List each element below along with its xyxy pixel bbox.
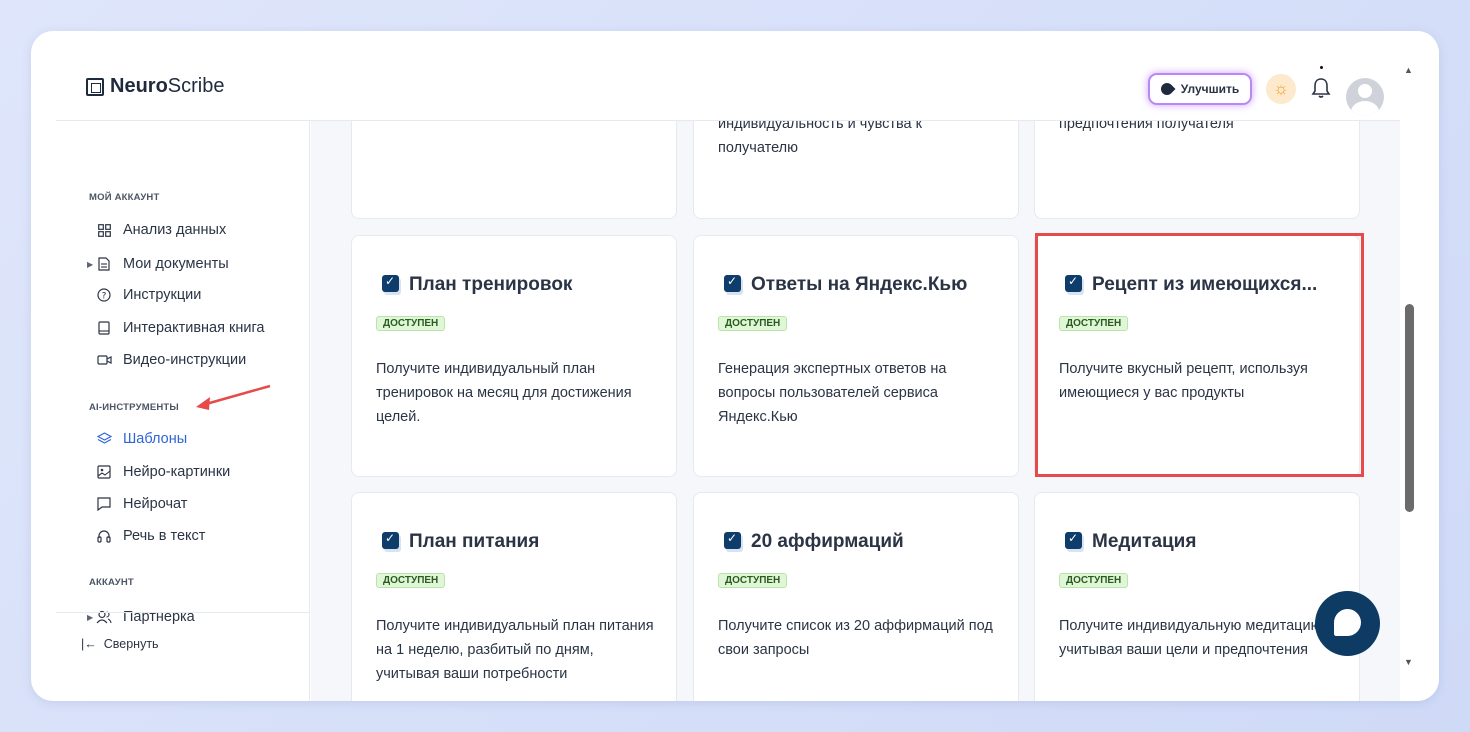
checkbox-icon: [724, 531, 743, 553]
section-label-ai-tools: AI-ИНСТРУМЕНТЫ: [89, 402, 179, 413]
section-label-account: АККАУНТ: [89, 577, 134, 588]
card-description: Генерация экспертных ответов на вопросы …: [718, 361, 947, 425]
app-window: Neuro Scribe Улучшить ☼ МОЙ АККАУНТ Анали…: [31, 31, 1439, 701]
expand-caret-icon[interactable]: ▶: [87, 260, 93, 269]
template-card-meditation[interactable]: Медитация ДОСТУПЕН Получите индивидуальн…: [1034, 492, 1360, 701]
template-card[interactable]: предпочтения получателя: [1034, 121, 1360, 219]
collapse-label: Свернуть: [103, 637, 159, 651]
template-card-yandex-q[interactable]: Ответы на Яндекс.Кью ДОСТУПЕН Генерация …: [693, 235, 1019, 477]
scroll-down-arrow-icon[interactable]: ▼: [1404, 657, 1413, 667]
checkbox-icon: [382, 274, 401, 296]
notification-dot: [1320, 66, 1323, 69]
card-description: Получите вкусный рецепт, используя имеющ…: [1059, 361, 1308, 401]
logo-icon: [86, 77, 104, 96]
upgrade-label: Улучшить: [1180, 82, 1240, 96]
template-card-workout-plan[interactable]: План тренировок ДОСТУПЕН Получите индиви…: [351, 235, 677, 477]
svg-text:?: ?: [102, 292, 107, 302]
checkbox-icon: [724, 274, 743, 296]
card-description: Получите список из 20 аффирмаций под сво…: [718, 618, 993, 658]
collapse-left-icon: |←: [81, 637, 97, 651]
sidebar-item-label: Анализ данных: [123, 222, 227, 238]
chat-icon: [96, 496, 112, 512]
checkbox-icon: [382, 531, 401, 553]
template-card[interactable]: [351, 121, 677, 219]
headphones-icon: [96, 528, 112, 544]
card-title-text: План тренировок: [409, 274, 573, 295]
theme-toggle-sun-icon[interactable]: ☼: [1266, 74, 1296, 104]
card-description: Получите индивидуальный план питания на …: [376, 618, 654, 682]
document-icon: [96, 256, 112, 272]
section-label-my-account: МОЙ АККАУНТ: [89, 192, 160, 203]
video-icon: [96, 352, 112, 368]
templates-grid: индивидуальность и чувства к получателю …: [311, 121, 1400, 701]
book-icon: [96, 320, 112, 336]
sidebar-item-label: Мои документы: [123, 256, 229, 272]
bell-icon[interactable]: [1310, 75, 1332, 101]
sidebar-item-my-documents[interactable]: Мои документы: [96, 253, 229, 275]
sidebar-item-label: Нейро-картинки: [123, 464, 231, 480]
sidebar-item-label: Речь в текст: [123, 528, 206, 544]
checkbox-icon: [1065, 531, 1084, 553]
template-card-meal-plan[interactable]: План питания ДОСТУПЕН Получите индивидуа…: [351, 492, 677, 701]
card-title-text: Медитация: [1092, 531, 1197, 552]
grid-icon: [96, 222, 112, 238]
sidebar-item-video-instructions[interactable]: Видео-инструкции: [96, 349, 246, 371]
sidebar-item-templates[interactable]: Шаблоны: [96, 428, 187, 450]
status-badge: ДОСТУПЕН: [376, 573, 446, 588]
status-badge: ДОСТУПЕН: [1059, 573, 1129, 588]
status-badge: ДОСТУПЕН: [718, 316, 788, 331]
sidebar-item-label: Шаблоны: [123, 431, 188, 447]
card-title-text: Ответы на Яндекс.Кью: [751, 274, 968, 295]
logo-text-bold: Neuro: [110, 75, 168, 97]
template-card[interactable]: индивидуальность и чувства к получателю: [693, 121, 1019, 219]
card-title: План тренировок: [382, 274, 572, 296]
sidebar-item-interactive-book[interactable]: Интерактивная книга: [96, 317, 265, 339]
status-badge: ДОСТУПЕН: [718, 573, 788, 588]
scrollbar-thumb[interactable]: [1405, 304, 1414, 512]
sidebar: МОЙ АККАУНТ Анализ данных ▶ Мои документ…: [56, 121, 310, 701]
card-description: Получите индивидуальный план тренировок …: [376, 361, 632, 425]
layers-icon: [96, 431, 112, 447]
card-title: Медитация: [1065, 531, 1196, 553]
card-description: индивидуальность и чувства к получателю: [718, 121, 922, 156]
card-title: План питания: [382, 531, 539, 553]
card-title-text: Рецепт из имеющихся...: [1092, 274, 1318, 295]
card-title: Ответы на Яндекс.Кью: [724, 274, 967, 296]
card-description: Получите индивидуальную медитацию, учиты…: [1059, 618, 1326, 658]
card-title-text: План питания: [409, 531, 540, 552]
card-description: предпочтения получателя: [1059, 121, 1234, 132]
avatar[interactable]: [1346, 78, 1384, 116]
logo[interactable]: Neuro Scribe: [86, 75, 225, 98]
card-title-text: 20 аффирмаций: [751, 531, 904, 552]
sidebar-item-label: Инструкции: [123, 287, 202, 303]
sidebar-item-speech-to-text[interactable]: Речь в текст: [96, 525, 205, 547]
collapse-button[interactable]: |← Свернуть: [81, 637, 159, 651]
upgrade-button[interactable]: Улучшить: [1148, 73, 1252, 105]
sidebar-item-instructions[interactable]: ? Инструкции: [96, 284, 201, 306]
sidebar-item-label: Нейрочат: [123, 496, 188, 512]
sidebar-item-neuro-chat[interactable]: Нейрочат: [96, 493, 187, 515]
top-bar: Neuro Scribe Улучшить ☼: [56, 31, 1400, 121]
help-icon: ?: [96, 287, 112, 303]
rocket-icon: [1158, 80, 1176, 98]
status-badge: ДОСТУПЕН: [1059, 316, 1129, 331]
image-icon: [96, 464, 112, 480]
card-title: Рецепт из имеющихся...: [1065, 274, 1317, 296]
scroll-up-arrow-icon[interactable]: ▲: [1404, 65, 1413, 75]
status-badge: ДОСТУПЕН: [376, 316, 446, 331]
sidebar-item-label: Интерактивная книга: [123, 320, 265, 336]
sidebar-item-data-analysis[interactable]: Анализ данных: [96, 219, 226, 241]
chat-widget-button[interactable]: [1315, 591, 1380, 656]
sidebar-item-label: Видео-инструкции: [123, 352, 247, 368]
template-card-recipe[interactable]: Рецепт из имеющихся... ДОСТУПЕН Получите…: [1034, 235, 1360, 477]
logo-text-light: Scribe: [167, 75, 225, 97]
sidebar-item-neuro-images[interactable]: Нейро-картинки: [96, 461, 230, 483]
checkbox-icon: [1065, 274, 1084, 296]
template-card-affirmations[interactable]: 20 аффирмаций ДОСТУПЕН Получите список и…: [693, 492, 1019, 701]
collapse-area: |← Свернуть: [56, 612, 310, 701]
card-title: 20 аффирмаций: [724, 531, 904, 553]
